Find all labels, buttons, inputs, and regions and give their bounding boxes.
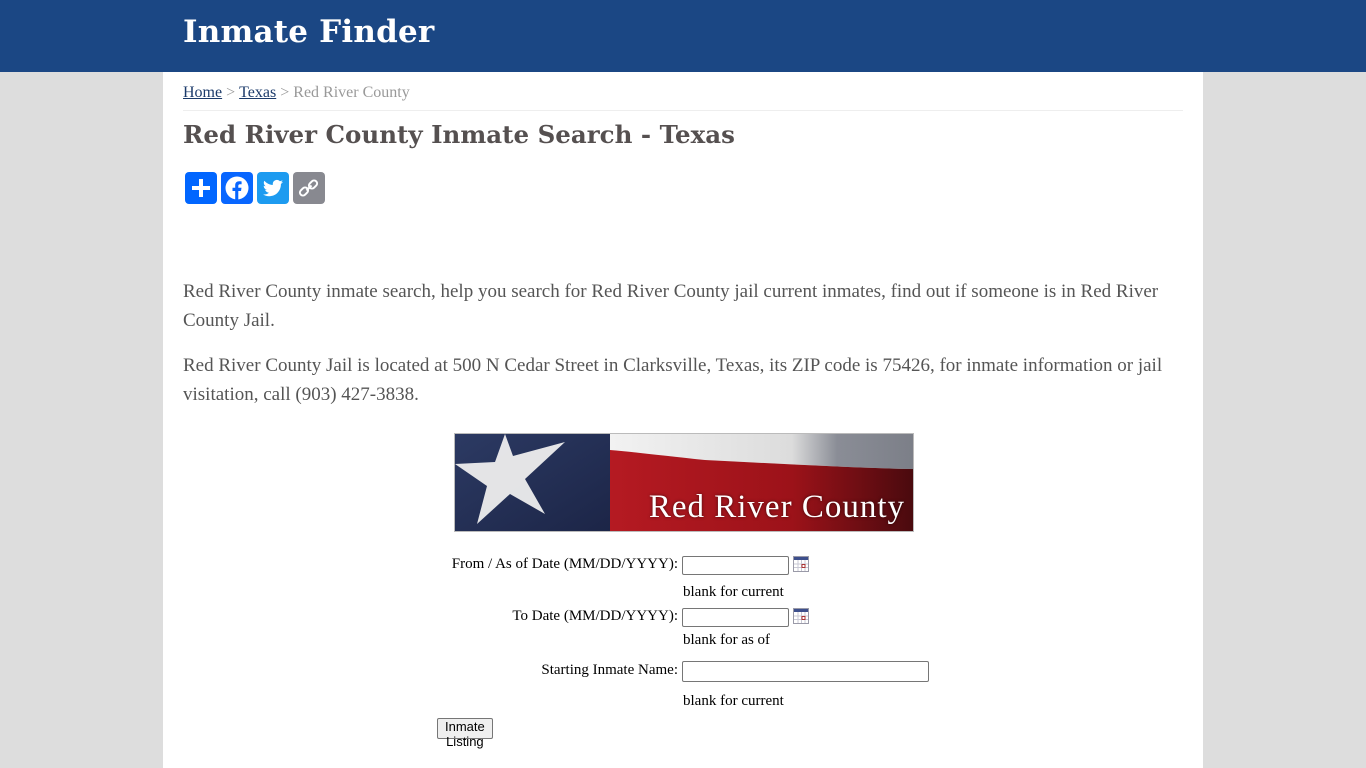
jail-info-paragraph: Red River County Jail is located at 500 … bbox=[183, 355, 1163, 405]
site-header: Inmate Finder bbox=[0, 0, 1366, 72]
plus-icon bbox=[192, 179, 210, 197]
calendar-icon[interactable] bbox=[793, 608, 809, 624]
to-date-hint: blank for as of bbox=[683, 632, 771, 648]
from-date-label: From / As of Date (MM/DD/YYYY): bbox=[451, 556, 678, 572]
inmate-name-input[interactable] bbox=[682, 661, 929, 682]
breadcrumb: Home > Texas > Red River County bbox=[183, 84, 1183, 111]
breadcrumb-home[interactable]: Home bbox=[183, 84, 222, 101]
facebook-share-button[interactable] bbox=[221, 172, 253, 204]
site-logo-link[interactable]: Inmate Finder bbox=[183, 14, 434, 50]
inmate-listing-button[interactable]: Inmate Listing bbox=[437, 718, 493, 749]
facebook-icon bbox=[225, 176, 249, 200]
to-date-label: To Date (MM/DD/YYYY): bbox=[512, 608, 678, 624]
share-button[interactable] bbox=[185, 172, 217, 204]
breadcrumb-current: Red River County bbox=[293, 84, 410, 101]
page-title: Red River County Inmate Search - Texas bbox=[183, 120, 735, 149]
inmate-name-hint: blank for current bbox=[683, 693, 784, 709]
banner-title: Red River County bbox=[648, 489, 905, 525]
link-icon bbox=[298, 179, 319, 197]
from-date-hint: blank for current bbox=[683, 584, 784, 600]
inmate-name-label: Starting Inmate Name: bbox=[541, 662, 678, 678]
breadcrumb-separator: > bbox=[226, 84, 236, 101]
main-content: Home > Texas > Red River County Red River Co… bbox=[163, 72, 1203, 768]
breadcrumb-texas[interactable]: Texas bbox=[239, 84, 276, 101]
from-date-input[interactable] bbox=[682, 556, 789, 575]
breadcrumb-separator: > bbox=[280, 84, 290, 101]
twitter-share-button[interactable] bbox=[257, 172, 289, 204]
to-date-input[interactable] bbox=[682, 608, 789, 627]
twitter-icon bbox=[262, 179, 283, 197]
county-banner-image: Red River County bbox=[454, 433, 914, 532]
intro-paragraph: Red River County inmate search, help you… bbox=[183, 281, 1159, 331]
copy-link-button[interactable] bbox=[293, 172, 325, 204]
share-buttons bbox=[185, 172, 325, 204]
calendar-icon[interactable] bbox=[793, 556, 809, 572]
